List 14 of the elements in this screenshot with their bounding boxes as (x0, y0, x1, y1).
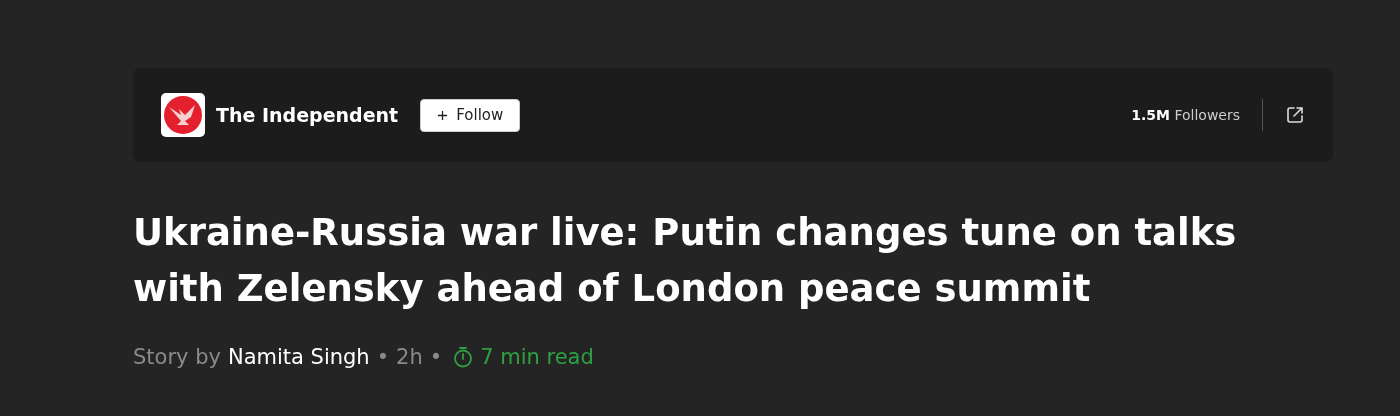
read-time: 7 min read (480, 345, 594, 369)
plus-icon (437, 109, 449, 121)
byline-label: Story by (133, 345, 221, 369)
author-name[interactable]: Namita Singh (227, 345, 370, 369)
article-headline: Ukraine-Russia war live: Putin changes tune on talks with Zelensky ahead of London peace summit (133, 210, 1238, 312)
separator-dot: • (376, 345, 390, 369)
eagle-logo-icon[interactable] (161, 93, 205, 137)
separator-dot: • (429, 345, 443, 369)
publisher-name[interactable]: The Independent (216, 104, 399, 126)
follower-count: 1.5M Followers (1131, 107, 1240, 123)
stopwatch-icon (453, 346, 474, 368)
follow-button[interactable]: Follow (420, 98, 521, 132)
post-age: 2h (396, 345, 423, 369)
external-link-icon[interactable] (1285, 105, 1305, 125)
